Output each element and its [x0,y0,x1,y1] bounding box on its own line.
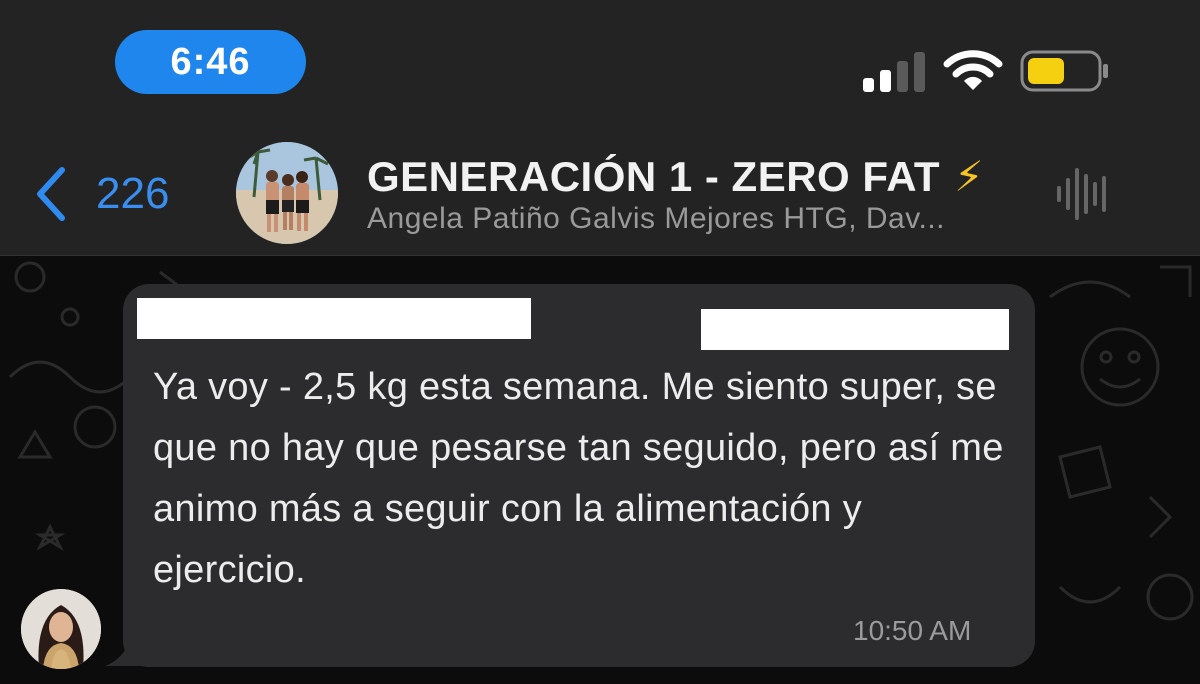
status-time[interactable]: 6:46 [115,30,306,94]
cellular-signal-icon [863,52,925,92]
redacted-sender-phone [701,309,1009,350]
battery-low-icon [1020,50,1108,92]
unread-count: 226 [96,169,170,218]
redacted-sender-name [137,298,531,339]
voice-waveform-icon[interactable] [1055,162,1111,226]
group-name: GENERACIÓN 1 - ZERO FAT [367,153,941,200]
group-members[interactable]: Angela Patiño Galvis Mejores HTG, Dav... [367,202,945,236]
message-text: Ya voy - 2,5 kg esta semana. Me siento s… [153,366,1004,591]
sender-avatar[interactable] [21,589,101,669]
chat-header: 6:46 226 GENERACIÓN 1 - ZERO FAT ⚡ Angel… [0,0,1200,256]
group-avatar[interactable] [236,142,338,244]
back-button[interactable]: 226 [30,162,169,226]
lightning-emoji: ⚡ [954,153,985,200]
message-timestamp: 10:50 AM [853,615,972,646]
wifi-icon [943,50,1003,90]
group-title[interactable]: GENERACIÓN 1 - ZERO FAT ⚡ [367,152,984,201]
chevron-left-icon [37,167,65,221]
